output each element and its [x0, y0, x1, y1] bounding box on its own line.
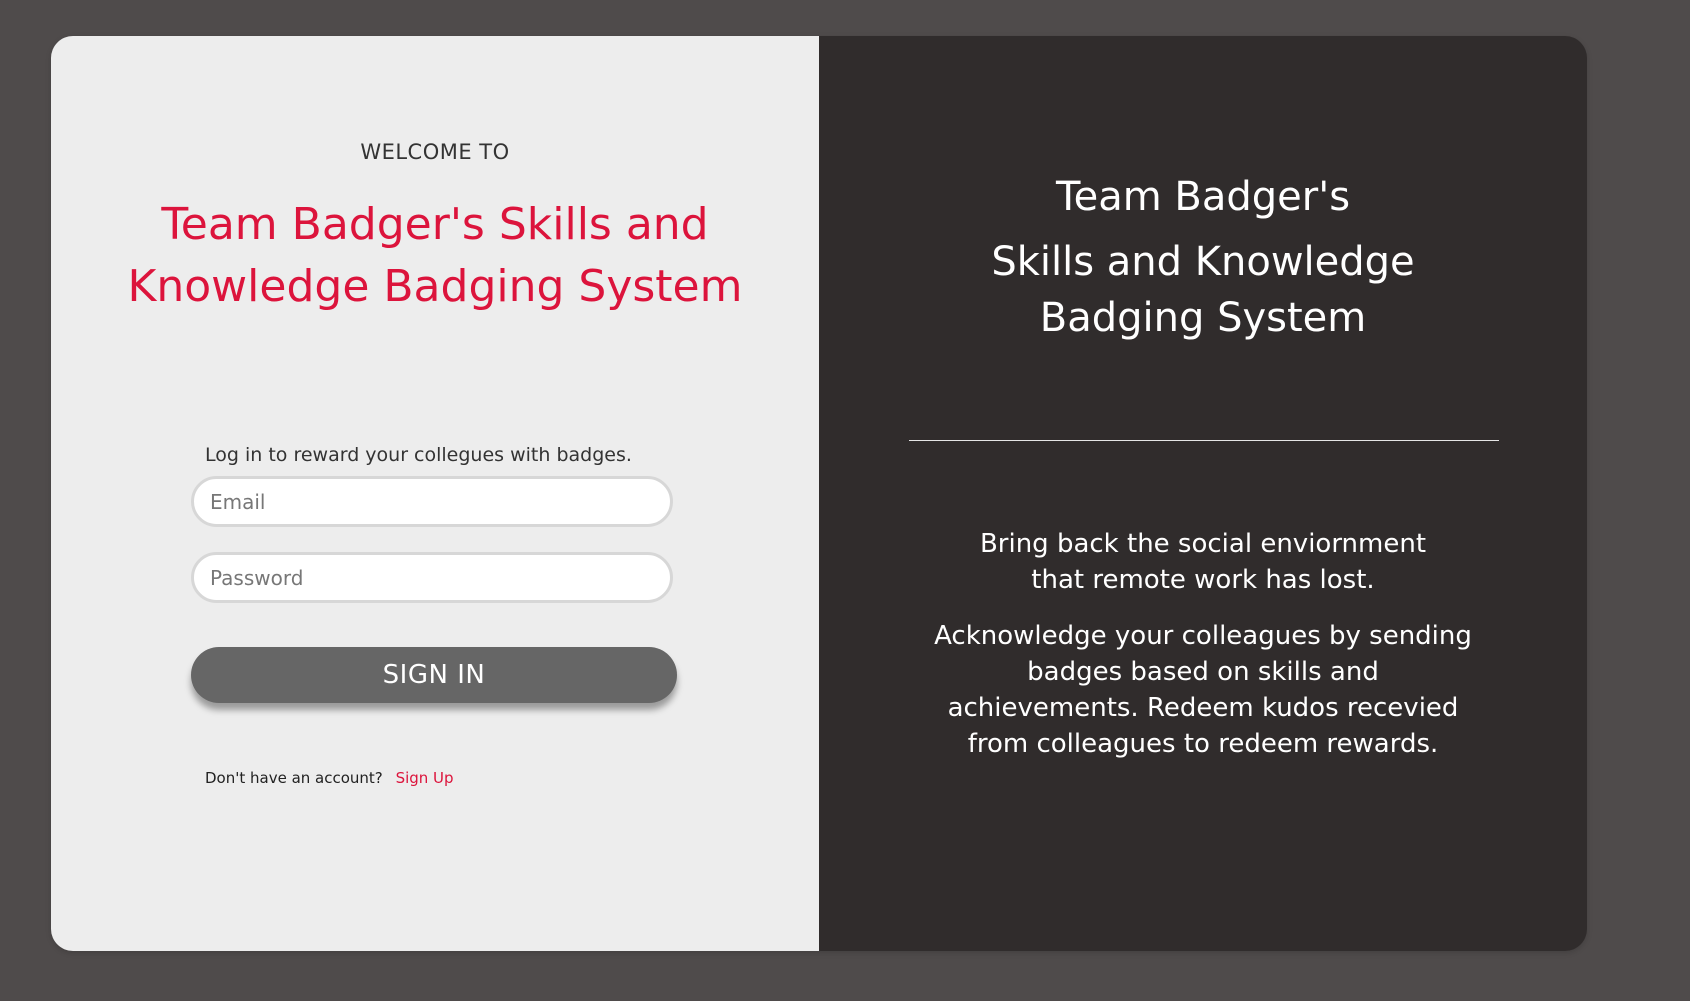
- welcome-label: WELCOME TO: [360, 140, 510, 164]
- description: Acknowledge your colleagues by sending b…: [934, 621, 1472, 759]
- no-account-text: Don't have an account?: [205, 769, 383, 787]
- info-title-line1: Team Badger's: [1055, 174, 1351, 220]
- tagline: Bring back the social enviornment that r…: [979, 529, 1427, 595]
- divider: [909, 440, 1499, 441]
- info-title-line2: Skills and Knowledge Badging System: [991, 239, 1415, 341]
- signup-row: Don't have an account? Sign Up: [205, 769, 454, 787]
- login-card: WELCOME TO Team Badger's Skills and Know…: [51, 36, 1587, 951]
- sign-up-link[interactable]: Sign Up: [396, 769, 454, 787]
- password-field[interactable]: [191, 552, 673, 603]
- email-field[interactable]: [191, 476, 673, 527]
- info-panel: Team Badger's Skills and Knowledge Badgi…: [819, 36, 1587, 951]
- page-title: Team Badger's Skills and Knowledge Badgi…: [127, 199, 743, 312]
- login-panel: WELCOME TO Team Badger's Skills and Know…: [51, 36, 819, 951]
- sign-in-button[interactable]: SIGN IN: [191, 647, 677, 703]
- login-prompt: Log in to reward your collegues with bad…: [205, 444, 632, 466]
